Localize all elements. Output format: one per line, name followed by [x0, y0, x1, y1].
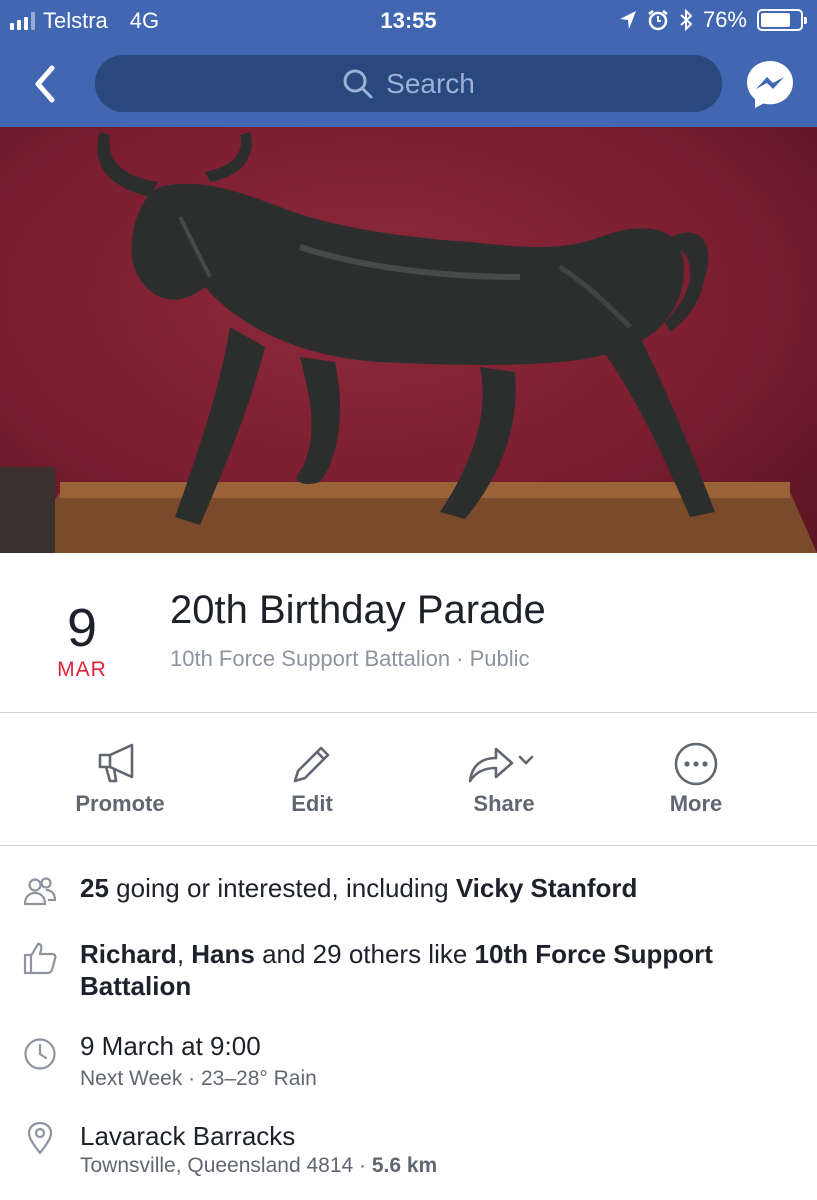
search-bar[interactable]: Search [95, 55, 722, 112]
megaphone-icon [98, 743, 134, 783]
messenger-icon[interactable] [744, 58, 796, 110]
bluetooth-icon [680, 9, 693, 31]
location-name: Lavarack Barracks [80, 1121, 296, 1151]
share-button[interactable]: Share [408, 713, 600, 844]
going-friend-name[interactable]: Vicky Stanford [456, 873, 638, 903]
more-label: More [669, 791, 723, 816]
more-button[interactable]: More [600, 713, 792, 844]
likes-separator: , [176, 939, 192, 969]
share-arrow-icon [468, 747, 534, 783]
location-address-text: Townsville, Queensland 4814 · [80, 1154, 372, 1177]
event-subtitle[interactable]: 10th Force Support Battalion · Public [170, 646, 530, 672]
location-arrow-icon [619, 11, 636, 29]
back-chevron-icon[interactable] [26, 62, 66, 106]
status-right: 76% [619, 7, 807, 33]
battery-icon [757, 9, 807, 31]
promote-button[interactable]: Promote [24, 713, 216, 844]
thumbs-up-icon [23, 942, 57, 975]
time-weather: Next Week · 23–28° Rain [80, 1067, 317, 1090]
location-distance: 5.6 km [371, 1154, 438, 1177]
event-month: MAR [57, 658, 107, 681]
time-text: 9 March at 9:00 [80, 1031, 261, 1061]
divider [0, 845, 817, 846]
action-bar: Promote Edit Share More [0, 713, 817, 844]
edit-button[interactable]: Edit [216, 713, 408, 844]
going-text: 25 going or interested, including Vicky … [80, 872, 800, 904]
event-date: 9 MAR [40, 598, 124, 682]
likes-text-mid: and 29 others like [254, 939, 475, 969]
location-pin-icon [27, 1121, 53, 1155]
alarm-icon [648, 10, 668, 31]
going-count: 25 [80, 873, 109, 903]
search-placeholder: Search [386, 67, 475, 99]
promote-label: Promote [75, 791, 165, 816]
cover-photo[interactable] [0, 127, 817, 553]
bull-sculpture-image [0, 132, 817, 553]
people-icon [23, 877, 57, 906]
event-title: 20th Birthday Parade [170, 588, 546, 632]
going-text-mid: going or interested, including [108, 873, 456, 903]
share-label: Share [473, 791, 535, 816]
battery-percent: 76% [702, 7, 747, 32]
pencil-icon [293, 746, 330, 783]
likes-friend-1[interactable]: Richard [80, 939, 177, 969]
clock-icon [24, 1038, 56, 1070]
more-dots-icon [674, 742, 718, 786]
status-bar: Telstra 4G 13:55 76% [0, 0, 817, 40]
event-day: 9 [66, 598, 98, 658]
location-address: Townsville, Queensland 4814 · 5.6 km [80, 1154, 437, 1178]
likes-text: Richard, Hans and 29 others like 10th Fo… [80, 938, 800, 1002]
edit-label: Edit [291, 791, 333, 816]
top-bar: Telstra 4G 13:55 76% Search [0, 0, 817, 127]
search-icon [343, 69, 373, 98]
likes-friend-2[interactable]: Hans [191, 939, 255, 969]
